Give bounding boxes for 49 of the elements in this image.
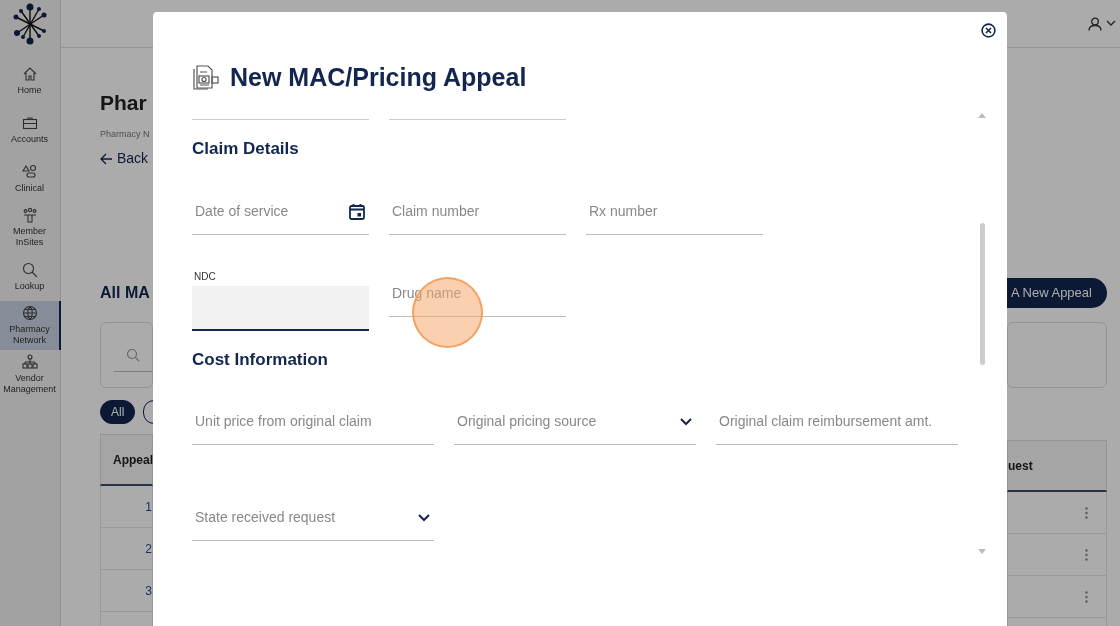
sidebar-item[interactable]: Home [0,56,61,105]
table-cell-text: 3 [145,582,152,600]
chevron-down-icon[interactable] [680,417,692,426]
text-field[interactable]: Rx number [586,189,763,235]
people-icon [21,207,38,223]
modal-title: New MAC/Pricing Appeal [230,61,527,92]
scrollbar-thumb[interactable] [979,223,985,365]
search-icon [126,347,140,362]
globe-icon [21,305,38,321]
sidebar-item[interactable]: Lookup [0,252,61,301]
date-field[interactable]: Date of service [192,189,369,235]
kebab-menu-icon[interactable] [1085,548,1088,561]
close-icon[interactable] [981,23,996,38]
logo-icon [11,3,49,45]
pills-icon [21,163,38,180]
text-field[interactable]: Claim number [389,189,566,235]
table-cell-text: 1 [145,498,152,516]
text-field[interactable]: Unit price from original claim [192,399,434,445]
user-icon[interactable] [1088,16,1102,31]
caret-icon[interactable] [1106,20,1116,27]
new-appeal-button[interactable]: A New Appeal [1007,278,1107,308]
arrow-left-icon [100,152,113,165]
sidebar-item[interactable]: Pharmacy Network [0,301,61,350]
section-heading: Cost Information [192,350,329,370]
table-cell-text: 2 [145,540,152,558]
column-header: uest [1008,457,1033,475]
sidebar-item[interactable]: Clinical [0,154,61,203]
sidebar-item[interactable]: Member InSites [0,203,61,252]
section-title: All MA [100,283,150,303]
search-icon [21,261,38,278]
home-icon [21,65,38,82]
breadcrumb[interactable]: Pharmacy N [100,128,150,140]
select-field[interactable]: Original pricing source [454,399,696,445]
page-title: Phar [100,90,147,116]
column-header: Appeal [113,451,153,469]
document-icon [192,63,220,90]
sidebar-item[interactable]: Accounts [0,105,61,154]
text-field[interactable]: Original claim reimbursement amt. [716,399,958,445]
section-heading: Claim Details [192,139,300,159]
back-link[interactable]: Back [100,148,153,169]
kebab-menu-icon[interactable] [1085,590,1088,603]
kebab-menu-icon[interactable] [1085,506,1088,519]
calendar-icon[interactable] [349,203,365,220]
sidebar-item[interactable]: Vendor Management [0,350,61,399]
org-chart-icon [21,354,38,370]
filter-chip[interactable]: All [100,400,136,424]
select-field[interactable]: State received request [192,495,434,541]
briefcase-icon [21,114,38,131]
chevron-down-icon[interactable] [418,513,430,522]
